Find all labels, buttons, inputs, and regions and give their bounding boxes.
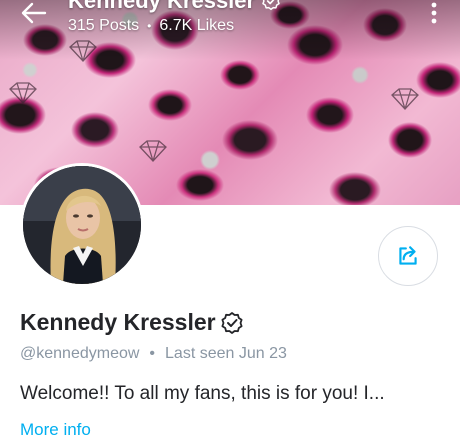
avatar-photo bbox=[23, 166, 141, 284]
more-info-link[interactable]: More info bbox=[20, 420, 91, 440]
profile-meta: @kennedymeow • Last seen Jun 23 bbox=[20, 345, 287, 363]
profile-handle: @kennedymeow bbox=[20, 345, 140, 362]
top-bar: Kennedy Kressler 315 Posts • 6.7K Likes bbox=[0, 0, 460, 50]
likes-count: 6.7K Likes bbox=[159, 17, 235, 34]
profile-stats: 315 Posts • 6.7K Likes bbox=[68, 17, 234, 35]
share-icon bbox=[399, 246, 417, 265]
avatar[interactable] bbox=[20, 163, 144, 287]
arrow-left-icon bbox=[21, 2, 47, 24]
page-title-text: Kennedy Kressler bbox=[68, 0, 256, 13]
page-title: Kennedy Kressler bbox=[68, 0, 281, 14]
back-button[interactable] bbox=[14, 0, 54, 26]
vertical-dots-icon bbox=[431, 2, 437, 24]
profile-name: Kennedy Kressler bbox=[20, 309, 216, 335]
last-seen: Last seen Jun 23 bbox=[165, 345, 287, 362]
diamond-pattern-icon bbox=[139, 140, 167, 162]
diamond-pattern-icon bbox=[9, 82, 37, 104]
diamond-pattern-icon bbox=[391, 88, 419, 110]
share-button[interactable] bbox=[378, 226, 438, 286]
profile-bio: Welcome!! To all my fans, this is for yo… bbox=[20, 383, 385, 404]
verified-badge-icon bbox=[221, 311, 243, 334]
posts-count: 315 Posts bbox=[68, 17, 140, 34]
verified-badge-icon bbox=[262, 0, 280, 11]
profile-name-row: Kennedy Kressler bbox=[20, 309, 244, 336]
more-options-button[interactable] bbox=[422, 0, 446, 26]
meta-separator: • bbox=[149, 345, 156, 362]
stats-separator: • bbox=[147, 19, 152, 33]
